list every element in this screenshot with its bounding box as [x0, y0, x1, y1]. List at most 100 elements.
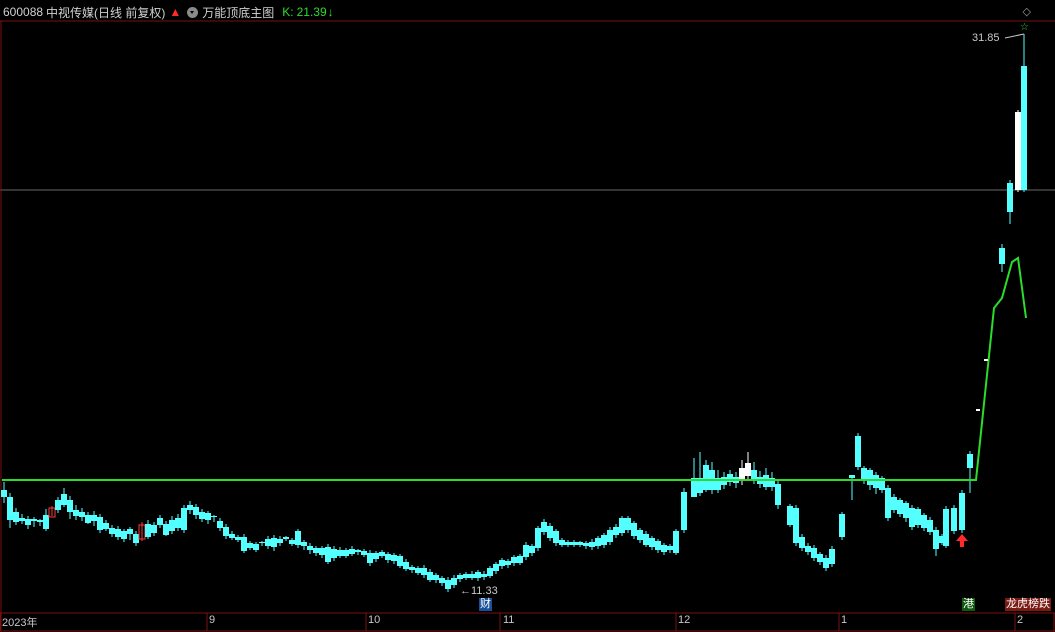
stock-code: 600088	[3, 5, 44, 19]
candle-body	[19, 518, 25, 521]
candle-body	[397, 556, 403, 566]
candle-body	[121, 531, 127, 539]
candle-body	[463, 574, 469, 578]
candle-body	[79, 512, 85, 517]
candle-body	[547, 526, 553, 538]
candle-body	[933, 530, 939, 549]
candle-body	[823, 558, 829, 568]
candle-body	[631, 523, 637, 536]
tag-lhb[interactable]: 龙虎榜跌	[1005, 598, 1051, 611]
x-label-year: 2023年	[2, 617, 38, 629]
candle-body	[607, 530, 613, 542]
candle-body	[265, 539, 271, 546]
candle-body	[583, 543, 589, 546]
candle-body	[439, 578, 445, 583]
candle-body	[355, 550, 361, 552]
candle-body	[775, 484, 781, 505]
arrow-down-icon: ↓	[327, 5, 334, 19]
indicator-name[interactable]: 万能顶底主图	[202, 4, 274, 21]
tag-gang[interactable]: 港	[962, 598, 975, 611]
candle-body	[145, 524, 151, 537]
candle-body	[553, 531, 559, 543]
candle-body	[415, 568, 421, 573]
candle-body	[223, 527, 229, 536]
candle-body	[649, 538, 655, 547]
candle-body	[849, 475, 855, 478]
candle-body	[295, 531, 301, 545]
candle-body	[181, 508, 187, 530]
diamond-icon[interactable]: ◇	[1023, 5, 1031, 18]
candle-body	[643, 534, 649, 545]
candle-body	[7, 497, 13, 520]
x-label-month: 11	[503, 614, 515, 626]
x-label-month: 1	[841, 614, 848, 626]
candle-body	[67, 500, 73, 512]
candle-body	[193, 507, 199, 515]
candle-body	[259, 542, 265, 543]
candle-body	[343, 550, 349, 556]
candle-body	[943, 509, 949, 546]
candle-body	[115, 529, 121, 537]
candle-body	[187, 505, 193, 510]
candle-body	[661, 545, 667, 552]
candle-body	[885, 488, 891, 518]
candle-body	[361, 551, 367, 555]
candle-body	[307, 546, 313, 550]
candle-body	[403, 562, 409, 569]
candle-body	[861, 468, 867, 479]
candlestick-chart[interactable]	[0, 0, 1055, 632]
candle-body	[681, 492, 687, 530]
candle-body	[927, 520, 933, 532]
dropdown-icon[interactable]	[187, 6, 199, 18]
candle-body	[637, 530, 643, 540]
candle-body	[451, 578, 457, 585]
arrow-up-icon: ▲	[169, 5, 182, 19]
candle-body	[655, 541, 661, 550]
candle-body	[601, 535, 607, 545]
candle-body	[805, 546, 811, 552]
candle-body	[211, 516, 217, 517]
candle-body	[109, 528, 115, 534]
candle-body	[133, 534, 139, 543]
candle-body	[151, 525, 157, 533]
candle-body	[205, 513, 211, 520]
candle-body	[217, 521, 223, 528]
candle-body	[61, 494, 67, 505]
candle-body	[493, 564, 499, 571]
candle-body	[839, 514, 845, 537]
candle-body	[1007, 183, 1013, 212]
candle-body	[97, 517, 103, 530]
candle-body	[959, 493, 965, 530]
k-value: 21.39	[296, 5, 327, 19]
candle-body	[235, 537, 241, 540]
candle-body	[1021, 66, 1027, 190]
candle-body	[379, 552, 385, 556]
k-label: K:	[282, 5, 294, 19]
candle-body	[157, 518, 163, 525]
candle-body	[43, 515, 49, 529]
candle-body	[475, 572, 481, 578]
candle-body	[349, 549, 355, 554]
candle-body	[313, 548, 319, 553]
candle-body	[817, 554, 823, 562]
candle-body	[613, 527, 619, 535]
candle-body	[541, 522, 547, 532]
candle-body	[811, 548, 817, 558]
candle-body	[867, 470, 873, 485]
candle-body	[667, 546, 673, 550]
candle-body	[91, 515, 97, 521]
candle-body	[625, 518, 631, 530]
low-price-label: ←11.33	[460, 585, 498, 597]
star-icon: ☆	[1020, 22, 1029, 33]
candle-body	[373, 553, 379, 559]
candle-body	[391, 555, 397, 561]
candle-body	[127, 529, 133, 534]
candle-body	[505, 561, 511, 565]
stock-title: 中视传媒(日线 前复权)	[46, 5, 166, 20]
candle-body	[319, 548, 325, 555]
candle-body	[529, 546, 535, 553]
candle-body	[517, 556, 523, 563]
candle-body	[855, 436, 861, 467]
x-label-month: 10	[368, 614, 381, 626]
tag-cai[interactable]: 财	[479, 598, 492, 611]
